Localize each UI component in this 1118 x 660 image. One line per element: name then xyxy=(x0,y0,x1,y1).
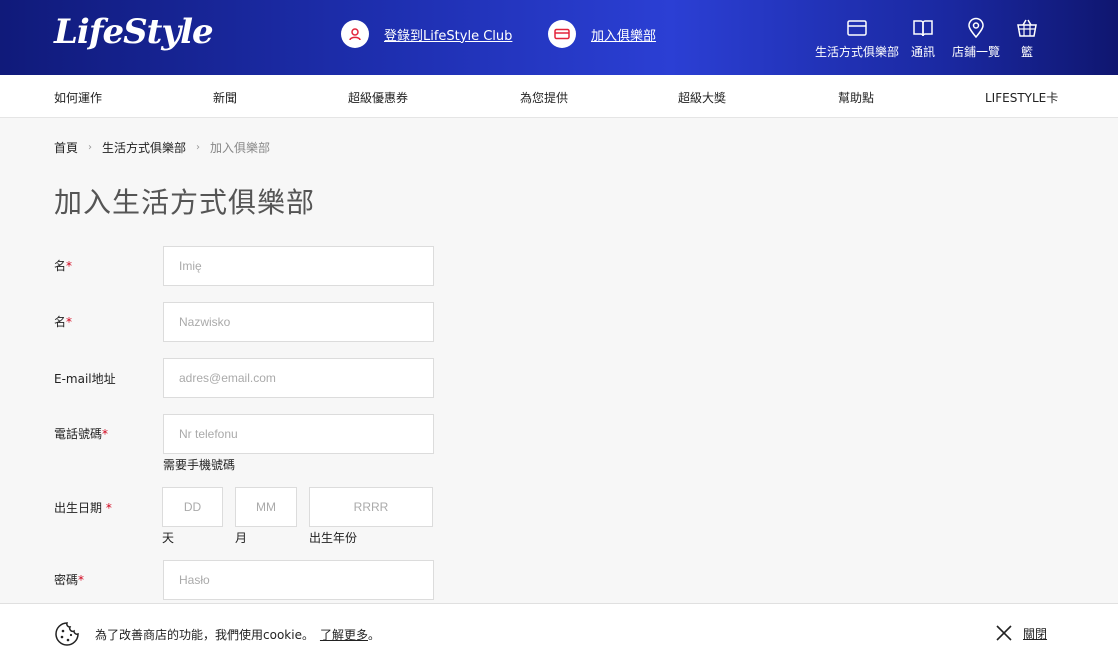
nav-item-grand-prize[interactable]: 超級大獎 xyxy=(678,89,726,106)
header-club-button[interactable]: 生活方式俱樂部 xyxy=(813,17,901,60)
user-icon xyxy=(341,20,369,48)
book-icon xyxy=(913,20,933,37)
join-club-link[interactable]: 加入俱樂部 xyxy=(548,20,656,48)
breadcrumb: 首頁 › 生活方式俱樂部 › 加入俱樂部 xyxy=(54,139,270,156)
cookie-banner: 為了改善商店的功能，我們使用cookie。 了解更多。 關閉 xyxy=(0,603,1118,660)
password-input[interactable] xyxy=(163,560,434,600)
card-icon xyxy=(847,20,867,36)
nav-item-super-coupons[interactable]: 超級優惠券 xyxy=(348,89,408,106)
required-mark: * xyxy=(66,259,73,273)
header-basket-button[interactable]: 籃 xyxy=(1012,17,1042,60)
site-header: LifeStyle 登錄到LifeStyle Club 加入俱樂部 生活方式俱樂… xyxy=(0,0,1118,75)
lifestyle-logo[interactable]: LifeStyle xyxy=(54,12,214,52)
required-mark: * xyxy=(105,501,112,515)
password-label: 密碼* xyxy=(54,571,84,588)
breadcrumb-join-club: 加入俱樂部 xyxy=(210,141,271,155)
header-stores-button[interactable]: 店鋪一覽 xyxy=(948,17,1004,60)
phone-label-text: 電話號碼 xyxy=(54,427,103,441)
login-link[interactable]: 登錄到LifeStyle Club xyxy=(341,20,512,48)
cookie-message: 為了改善商店的功能，我們使用cookie。 了解更多。 xyxy=(95,626,380,643)
basket-icon xyxy=(1017,19,1037,37)
join-club-link-label[interactable]: 加入俱樂部 xyxy=(591,25,656,44)
header-news-button[interactable]: 通訊 xyxy=(908,17,938,60)
email-input[interactable] xyxy=(163,358,434,398)
cookie-text: 為了改善商店的功能，我們使用cookie。 xyxy=(95,628,314,642)
cookie-suffix: 。 xyxy=(367,628,380,642)
cookie-close-button[interactable]: 關閉 xyxy=(994,623,1047,643)
required-mark: * xyxy=(66,315,73,329)
breadcrumb-home[interactable]: 首頁 xyxy=(54,139,78,156)
close-icon[interactable] xyxy=(994,623,1014,643)
page-title: 加入生活方式俱樂部 xyxy=(54,186,316,219)
chevron-right-icon: › xyxy=(196,142,201,153)
first-name-label: 名* xyxy=(54,257,72,274)
header-club-label: 生活方式俱樂部 xyxy=(814,45,899,59)
phone-hint: 需要手機號碼 xyxy=(163,458,236,472)
nav-item-help-points[interactable]: 幫助點 xyxy=(838,89,874,106)
last-name-input[interactable] xyxy=(163,302,434,342)
learn-more-link[interactable]: 了解更多 xyxy=(320,628,368,642)
first-name-label-text: 名 xyxy=(54,259,67,273)
nav-item-how-it-works[interactable]: 如何運作 xyxy=(54,89,102,106)
header-stores-label: 店鋪一覽 xyxy=(951,45,1000,59)
cookie-icon xyxy=(55,622,79,646)
last-name-label-text: 名 xyxy=(54,315,67,329)
birth-day-hint: 天 xyxy=(162,531,175,545)
last-name-label: 名* xyxy=(54,313,72,330)
required-mark: * xyxy=(102,427,109,441)
main-nav: 如何運作 新聞 超級優惠券 為您提供 超級大獎 幫助點 LIFESTYLE卡 xyxy=(0,75,1118,118)
nav-item-for-you[interactable]: 為您提供 xyxy=(520,89,568,106)
first-name-input[interactable] xyxy=(163,246,434,286)
birthdate-label-text: 出生日期 xyxy=(54,501,103,515)
breadcrumb-lifestyle-club[interactable]: 生活方式俱樂部 xyxy=(102,139,186,156)
password-label-text: 密碼 xyxy=(54,573,79,587)
cookie-close-label[interactable]: 關閉 xyxy=(1023,625,1047,642)
credit-card-icon xyxy=(548,20,576,48)
birth-month-hint: 月 xyxy=(235,531,248,545)
birth-month-input[interactable] xyxy=(235,487,297,527)
chevron-right-icon: › xyxy=(88,142,93,153)
header-news-label: 通訊 xyxy=(910,45,935,59)
nav-item-lifestyle-card[interactable]: LIFESTYLE卡 xyxy=(985,89,1058,106)
phone-label: 電話號碼* xyxy=(54,425,108,442)
email-label: E-mail地址 xyxy=(54,372,116,386)
required-mark: * xyxy=(78,573,85,587)
location-pin-icon xyxy=(968,17,984,39)
nav-item-news[interactable]: 新聞 xyxy=(213,89,237,106)
phone-input[interactable] xyxy=(163,414,434,454)
birth-year-hint: 出生年份 xyxy=(309,531,358,545)
main-content: 首頁 › 生活方式俱樂部 › 加入俱樂部 加入生活方式俱樂部 名* 名* E-m… xyxy=(0,118,1118,603)
login-link-label[interactable]: 登錄到LifeStyle Club xyxy=(384,25,512,44)
birth-year-input[interactable] xyxy=(309,487,433,527)
birth-day-input[interactable] xyxy=(162,487,223,527)
header-basket-label: 籃 xyxy=(1020,45,1033,59)
birthdate-label: 出生日期 * xyxy=(54,499,112,516)
